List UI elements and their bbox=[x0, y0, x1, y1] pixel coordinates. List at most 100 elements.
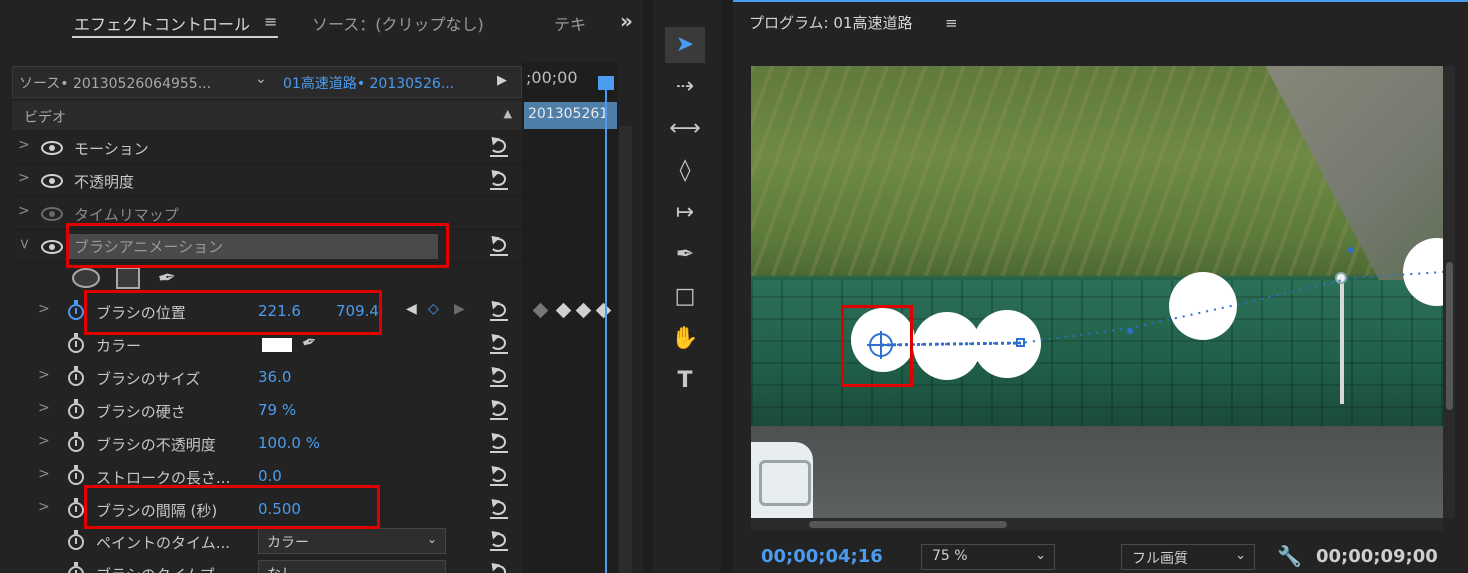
paint-time-dropdown[interactable]: カラー ⌄ bbox=[258, 528, 446, 554]
tab-menu-icon[interactable]: ≡ bbox=[264, 12, 277, 31]
ellipse-mask-icon[interactable] bbox=[72, 268, 100, 288]
brush-size-value[interactable]: 36.0 bbox=[258, 368, 291, 386]
track-select-tool-icon[interactable]: ⇢ bbox=[665, 69, 705, 105]
color-swatch[interactable] bbox=[262, 338, 292, 352]
chevron-right-icon[interactable]: > bbox=[18, 203, 30, 219]
property-name: ブラシの硬さ bbox=[96, 403, 186, 421]
highlight-brush-interval bbox=[84, 485, 380, 529]
highlight-anchor-point bbox=[841, 305, 913, 387]
stopwatch-icon[interactable] bbox=[68, 498, 84, 518]
rectangle-tool-icon[interactable]: □ bbox=[665, 279, 705, 315]
eye-icon[interactable] bbox=[41, 141, 63, 155]
stopwatch-icon[interactable] bbox=[68, 333, 84, 353]
brush-hardness-value[interactable]: 79 % bbox=[258, 401, 296, 419]
hand-tool-icon[interactable]: ✋ bbox=[665, 321, 705, 357]
property-row-paint-time[interactable]: ペイントのタイム... カラー ⌄ bbox=[12, 526, 522, 558]
chevron-down-icon[interactable]: > bbox=[16, 238, 32, 250]
motion-path-icon[interactable] bbox=[751, 66, 1443, 518]
video-effects-header: ビデオ ▲ bbox=[12, 101, 522, 130]
chevron-right-icon[interactable]: > bbox=[38, 301, 50, 317]
stopwatch-icon[interactable] bbox=[68, 465, 84, 485]
pen-tool-icon[interactable]: ✒ bbox=[665, 237, 705, 273]
selection-tool-icon[interactable]: ➤ bbox=[665, 27, 705, 63]
reset-icon[interactable] bbox=[487, 495, 510, 520]
brush-time-dropdown[interactable]: なし bbox=[258, 560, 446, 573]
tab-effect-controls[interactable]: エフェクトコントロール bbox=[74, 11, 250, 35]
current-timecode[interactable]: 00;00;04;16 bbox=[761, 546, 883, 567]
horizontal-scrollbar[interactable] bbox=[751, 518, 1443, 530]
reset-icon[interactable] bbox=[487, 462, 510, 487]
brush-opacity-value[interactable]: 100.0 % bbox=[258, 434, 320, 452]
vertical-scrollbar[interactable] bbox=[1443, 66, 1455, 518]
reset-icon[interactable] bbox=[487, 429, 510, 454]
program-video-frame[interactable] bbox=[751, 66, 1443, 518]
reset-icon[interactable] bbox=[487, 297, 510, 322]
property-name: ブラシのサイズ bbox=[96, 370, 201, 388]
property-row-brush-hardness[interactable]: > ブラシの硬さ 79 % bbox=[12, 395, 522, 427]
stopwatch-icon[interactable] bbox=[68, 300, 84, 320]
next-keyframe-icon[interactable]: ▶ bbox=[454, 301, 465, 317]
rectangle-mask-icon[interactable] bbox=[116, 267, 140, 289]
reset-icon[interactable] bbox=[487, 133, 510, 158]
pen-mask-icon[interactable]: ✒ bbox=[156, 265, 178, 293]
chevron-right-icon[interactable]: > bbox=[18, 170, 30, 186]
chevron-right-icon[interactable]: > bbox=[18, 137, 30, 153]
stroke-length-value[interactable]: 0.0 bbox=[258, 467, 282, 485]
type-tool-icon[interactable]: T bbox=[665, 363, 705, 399]
tab-source[interactable]: ソース：(クリップなし) bbox=[312, 11, 484, 35]
playback-quality-select[interactable]: フル画質 ⌄ bbox=[1121, 544, 1255, 570]
stopwatch-icon[interactable] bbox=[68, 530, 84, 550]
eye-icon[interactable] bbox=[41, 240, 63, 254]
eye-icon[interactable] bbox=[41, 207, 63, 221]
reset-icon[interactable] bbox=[487, 166, 510, 191]
tab-text[interactable]: テキ bbox=[554, 11, 586, 35]
reset-icon[interactable] bbox=[487, 232, 510, 257]
property-row-brush-opacity[interactable]: > ブラシの不透明度 100.0 % bbox=[12, 428, 522, 460]
sequence-clip-label[interactable]: 01高速道路• 20130526... bbox=[283, 73, 454, 93]
program-monitor-title[interactable]: プログラム: 01高速道路 bbox=[749, 12, 912, 33]
property-row-brush-time[interactable]: ブラシのタイムプ... なし bbox=[12, 558, 522, 573]
reset-icon[interactable] bbox=[487, 559, 510, 573]
reset-icon[interactable] bbox=[487, 330, 510, 355]
effect-row-motion[interactable]: > モーション bbox=[12, 132, 522, 164]
chevron-down-icon[interactable]: ⌄ bbox=[255, 71, 267, 87]
eye-icon[interactable] bbox=[41, 174, 63, 188]
add-keyframe-icon[interactable]: ◇ bbox=[428, 301, 439, 317]
source-clip-label[interactable]: ソース• 20130526064955... bbox=[19, 73, 251, 93]
dropdown-value: カラー bbox=[267, 535, 309, 551]
highlight-brush-animation bbox=[66, 223, 449, 268]
razor-tool-icon[interactable]: ◊ bbox=[665, 153, 705, 189]
reset-icon[interactable] bbox=[487, 396, 510, 421]
chevron-down-icon: ⌄ bbox=[1035, 548, 1046, 563]
timeline-clip-bar[interactable]: 201305261 bbox=[524, 102, 617, 129]
wrench-icon[interactable]: 🔧 bbox=[1277, 544, 1302, 568]
stopwatch-icon[interactable] bbox=[68, 432, 84, 452]
property-name: ブラシのタイムプ... bbox=[96, 564, 229, 573]
scrollbar-thumb[interactable] bbox=[809, 521, 1007, 528]
vertical-scrollbar[interactable] bbox=[619, 126, 632, 573]
reset-icon[interactable] bbox=[487, 527, 510, 552]
play-only-icon[interactable]: ▶ bbox=[497, 73, 507, 88]
chevron-right-icon[interactable]: > bbox=[38, 367, 50, 383]
chevron-right-icon[interactable]: > bbox=[38, 400, 50, 416]
property-row-brush-size[interactable]: > ブラシのサイズ 36.0 bbox=[12, 362, 522, 394]
tab-overflow-icon[interactable]: » bbox=[620, 9, 633, 33]
stopwatch-icon[interactable] bbox=[68, 366, 84, 386]
chevron-right-icon[interactable]: > bbox=[38, 499, 50, 515]
ripple-edit-tool-icon[interactable]: ⟷ bbox=[665, 111, 705, 147]
zoom-level-select[interactable]: 75 % ⌄ bbox=[921, 544, 1055, 570]
playhead-handle[interactable] bbox=[598, 76, 614, 90]
collapse-up-icon[interactable]: ▲ bbox=[504, 107, 512, 120]
stopwatch-icon[interactable] bbox=[68, 562, 84, 573]
panel-menu-icon[interactable]: ≡ bbox=[945, 14, 958, 32]
clip-name: 201305261 bbox=[528, 106, 609, 122]
slip-tool-icon[interactable]: ↦ bbox=[665, 195, 705, 231]
prev-keyframe-icon[interactable]: ◀ bbox=[406, 301, 417, 317]
scrollbar-thumb[interactable] bbox=[1446, 262, 1453, 410]
chevron-right-icon[interactable]: > bbox=[38, 433, 50, 449]
chevron-right-icon[interactable]: > bbox=[38, 466, 50, 482]
effect-row-opacity[interactable]: > 不透明度 bbox=[12, 165, 522, 197]
reset-icon[interactable] bbox=[487, 363, 510, 388]
stopwatch-icon[interactable] bbox=[68, 399, 84, 419]
playhead-line bbox=[605, 90, 607, 573]
